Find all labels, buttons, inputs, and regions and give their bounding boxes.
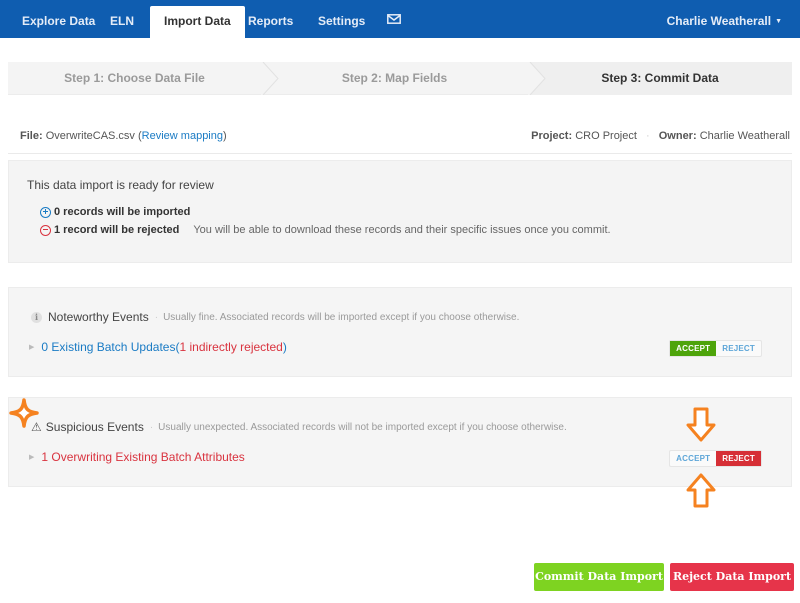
suspicious-accept-button[interactable]: ACCEPT (670, 451, 716, 466)
import-steps: Step 1: Choose Data File Step 2: Map Fie… (8, 62, 792, 95)
user-menu[interactable]: Charlie Weatherall ▼ (667, 6, 782, 38)
imported-count: 0 records will be imported (54, 206, 191, 218)
step-map-fields[interactable]: Step 2: Map Fields (261, 62, 528, 95)
expand-triangle-icon: ▶ (29, 454, 35, 461)
divider (8, 153, 792, 154)
arrow-up-annotation-icon (686, 473, 716, 508)
summary-title: This data import is ready for review (27, 178, 214, 192)
overwriting-attributes-label: 1 Overwriting Existing Batch Attributes (41, 450, 245, 464)
separator: · (646, 130, 650, 142)
suspicious-subtitle: · Usually unexpected. Associated records … (149, 421, 567, 433)
expand-triangle-icon: ▶ (29, 344, 35, 351)
project-label: Project: (531, 130, 573, 142)
rejected-count-row: 1 record will be rejected You will be ab… (40, 224, 611, 236)
top-navbar: Explore Data ELN Import Data Reports Set… (0, 0, 800, 38)
file-label: File: (20, 130, 43, 142)
suspicious-accept-reject-toggle: ACCEPT REJECT (669, 450, 762, 467)
user-name: Charlie Weatherall (666, 14, 772, 28)
import-summary-panel: This data import is ready for review 0 r… (8, 160, 792, 263)
nav-settings[interactable]: Settings (304, 6, 379, 38)
commit-data-import-button[interactable]: Commit Data Import (534, 563, 664, 591)
project-value: CRO Project (575, 130, 637, 142)
review-mapping-link[interactable]: Review mapping (142, 130, 223, 142)
sparkle-annotation-icon (9, 398, 39, 428)
nav-explore-data[interactable]: Explore Data (8, 6, 109, 38)
indirectly-rejected-label: 1 indirectly rejected (179, 340, 283, 354)
info-icon: i (31, 311, 42, 323)
paren-close: ) (282, 340, 287, 354)
noteworthy-subtitle-text: Usually fine. Associated records will be… (163, 311, 520, 323)
step-choose-data-file[interactable]: Step 1: Choose Data File (8, 62, 261, 95)
paren-open: ( (134, 130, 142, 142)
existing-batch-updates-toggle[interactable]: ▶ 0 Existing Batch Updates (1 indirectly… (29, 340, 287, 354)
noteworthy-reject-button[interactable]: REJECT (716, 341, 761, 356)
nav-eln[interactable]: ELN (96, 6, 148, 38)
batch-updates-label: 0 Existing Batch Updates (41, 340, 176, 354)
suspicious-header: ⚠ Suspicious Events · Usually unexpected.… (31, 420, 567, 434)
suspicious-title: Suspicious Events (45, 420, 144, 434)
step-commit-data: Step 3: Commit Data (528, 62, 792, 95)
file-name: OverwriteCAS.csv (45, 130, 135, 142)
imported-count-row: 0 records will be imported (40, 206, 190, 218)
noteworthy-title: Noteworthy Events (48, 310, 149, 324)
arrow-down-annotation-icon (686, 407, 716, 442)
step-separator-chevron (528, 62, 546, 95)
minus-circle-icon (40, 224, 51, 236)
nav-reports[interactable]: Reports (234, 6, 307, 38)
noteworthy-accept-reject-toggle: ACCEPT REJECT (669, 340, 762, 357)
suspicious-events-panel: ⚠ Suspicious Events · Usually unexpected.… (8, 397, 792, 487)
file-info: File: OverwriteCAS.csv (Review mapping) (20, 130, 227, 142)
suspicious-subtitle-text: Usually unexpected. Associated records w… (158, 421, 567, 433)
plus-circle-icon (40, 206, 51, 218)
noteworthy-subtitle: · Usually fine. Associated records will b… (154, 311, 520, 323)
download-note: You will be able to download these recor… (193, 224, 611, 236)
nav-import-data[interactable]: Import Data (150, 6, 245, 38)
noteworthy-header: i Noteworthy Events · Usually fine. Assoc… (31, 310, 519, 324)
owner-value: Charlie Weatherall (699, 130, 790, 142)
rejected-count: 1 record will be rejected (54, 224, 180, 236)
caret-down-icon: ▼ (775, 17, 782, 25)
overwriting-batch-attributes-toggle[interactable]: ▶ 1 Overwriting Existing Batch Attribute… (29, 450, 245, 464)
noteworthy-accept-button[interactable]: ACCEPT (670, 341, 717, 356)
step-separator-chevron (261, 62, 279, 95)
reject-data-import-button[interactable]: Reject Data Import (670, 563, 794, 591)
project-info: Project: CRO Project · Owner: Charlie We… (531, 130, 790, 142)
noteworthy-events-panel: i Noteworthy Events · Usually fine. Assoc… (8, 287, 792, 377)
envelope-icon[interactable] (387, 14, 401, 24)
suspicious-reject-button[interactable]: REJECT (716, 451, 761, 466)
paren-close: ) (223, 130, 227, 142)
owner-label: Owner: (658, 130, 697, 142)
